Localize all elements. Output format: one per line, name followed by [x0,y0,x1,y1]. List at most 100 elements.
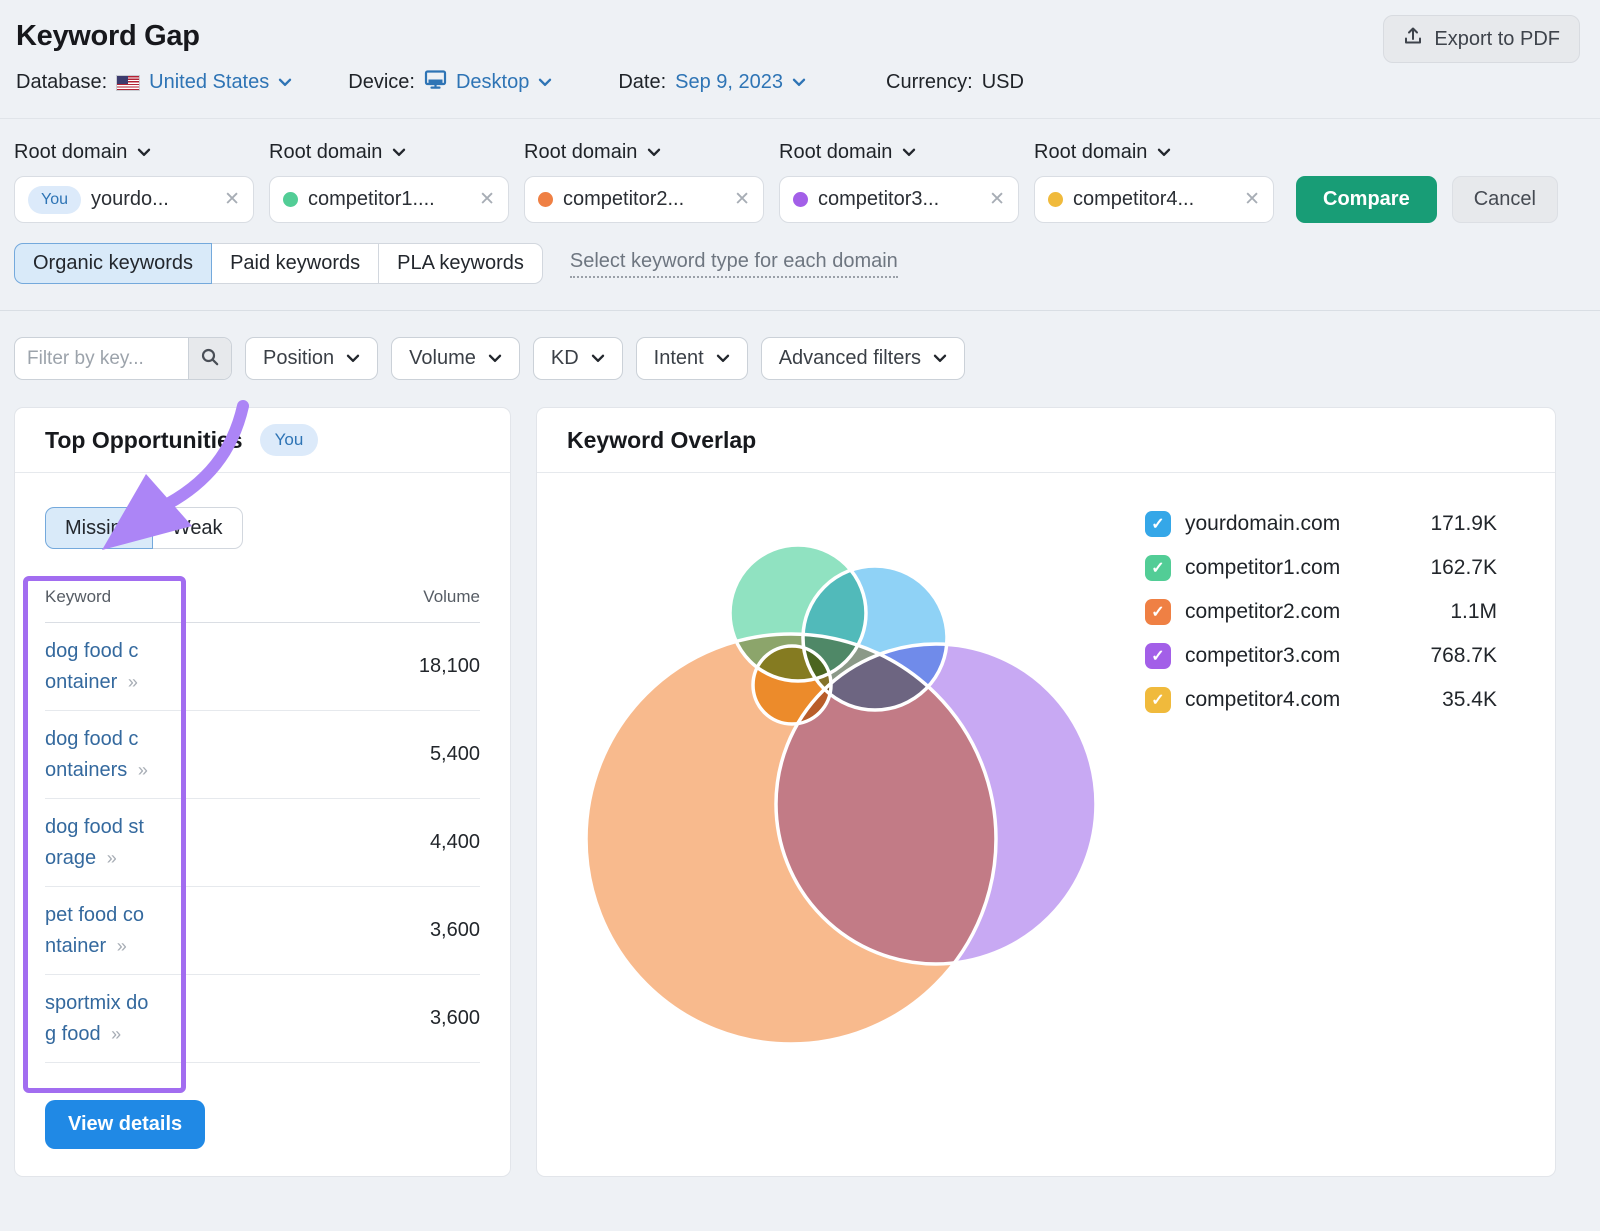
keyword-overlap-card: Keyword Overlap ✓ yourdomain.com 171.9K … [536,407,1556,1177]
domain-color-dot [283,192,298,207]
currency-value: USD [982,71,1024,94]
keyword-link[interactable]: pet food container » [45,900,149,962]
top-opportunities-title: Top Opportunities [45,427,243,454]
keyword-link[interactable]: dog food container » [45,636,149,698]
domain-checkbox[interactable]: ✓ [1145,643,1171,669]
domain-chip-label: yourdo... [91,188,169,211]
domain-chip[interactable]: competitor3... ✕ [779,176,1019,223]
root-domain-selector[interactable]: Root domain [779,141,1019,164]
remove-domain-icon[interactable]: ✕ [479,188,495,211]
filter-dropdown[interactable]: Position [245,337,378,380]
domain-checkbox[interactable]: ✓ [1145,555,1171,581]
legend-keyword-count: 1.1M [1450,600,1497,624]
page-header: Export to PDF Keyword Gap Database: Unit… [0,0,1600,119]
report-settings-row: Database: United States Device: Desktop [16,69,1580,118]
database-selector[interactable]: United States [149,71,292,94]
keyword-link[interactable]: dog food storage » [45,812,149,874]
keyword-overlap-header: Keyword Overlap [537,408,1555,473]
keyword-link[interactable]: dog food containers » [45,724,149,786]
domain-chips: You yourdo... ✕ competitor1.... ✕ compet… [14,176,1274,223]
keyword-link[interactable]: sportmix dog food » [45,988,149,1050]
domain-chip[interactable]: competitor1.... ✕ [269,176,509,223]
legend-domain-label: yourdomain.com [1185,512,1340,536]
opportunity-toggle[interactable]: Weak [152,507,243,549]
legend-domain-label: competitor3.com [1185,644,1340,668]
keyword-type-tab[interactable]: Organic keywords [14,243,212,284]
remove-domain-icon[interactable]: ✕ [1244,188,1260,211]
opportunities-table: Keyword Volume dog food container » 18,1… [45,587,480,1063]
remove-domain-icon[interactable]: ✕ [734,188,750,211]
compare-button[interactable]: Compare [1296,176,1437,223]
filter-dropdown[interactable]: Volume [391,337,520,380]
export-icon [1403,26,1423,52]
chevron-down-icon [346,354,360,363]
venn-diagram [537,473,1157,1177]
legend-row: ✓ competitor1.com 162.7K [1145,551,1497,585]
table-row: dog food storage » 4,400 [45,799,480,887]
root-domain-selector[interactable]: Root domain [14,141,254,164]
remove-domain-icon[interactable]: ✕ [224,188,240,211]
main-content: Top Opportunities You Missing Weak Keywo… [0,380,1600,1177]
keyword-type-tabs: Organic keywords Paid keywords PLA keywo… [14,243,543,284]
volume-value: 3,600 [430,1007,480,1030]
root-domain-label: Root domain [269,141,382,164]
domain-chip[interactable]: You yourdo... ✕ [14,176,254,223]
domain-checkbox[interactable]: ✓ [1145,599,1171,625]
legend-row: ✓ competitor4.com 35.4K [1145,683,1497,717]
keyword-type-tab[interactable]: PLA keywords [378,243,543,284]
export-label: Export to PDF [1434,28,1560,51]
cancel-button[interactable]: Cancel [1452,176,1558,223]
domain-chip-label: competitor3... [818,188,939,211]
date-selector[interactable]: Sep 9, 2023 [675,71,806,94]
domain-chip[interactable]: competitor4... ✕ [1034,176,1274,223]
keyword-type-tab[interactable]: Paid keywords [211,243,379,284]
root-domain-label: Root domain [524,141,637,164]
keyword-filter-box [14,337,232,380]
legend-domain-label: competitor1.com [1185,556,1340,580]
domain-color-dot [793,192,808,207]
filter-dropdown[interactable]: Intent [636,337,748,380]
legend-domain-label: competitor4.com [1185,688,1340,712]
legend-keyword-count: 162.7K [1430,556,1497,580]
domain-checkbox[interactable]: ✓ [1145,687,1171,713]
table-rows: dog food container » 18,100 dog food con… [45,623,480,1063]
select-keyword-type-link[interactable]: Select keyword type for each domain [570,250,898,278]
filter-dropdown[interactable]: Advanced filters [761,337,965,380]
currency-label: Currency: [886,71,973,94]
keyword-filter-input[interactable] [15,338,188,379]
search-icon [200,347,220,370]
domain-chip[interactable]: competitor2... ✕ [524,176,764,223]
you-pill: You [28,186,81,214]
keyword-gap-page: Export to PDF Keyword Gap Database: Unit… [0,0,1600,1231]
export-to-pdf-button[interactable]: Export to PDF [1383,15,1580,63]
open-keyword-icon: » [117,936,125,956]
volume-column-header: Volume [423,587,480,607]
page-title: Keyword Gap [16,20,1580,53]
chevron-down-icon [647,148,661,157]
filter-dropdown[interactable]: KD [533,337,623,380]
search-button[interactable] [188,338,231,379]
open-keyword-icon: » [128,672,136,692]
view-details-button[interactable]: View details [45,1100,205,1149]
domain-color-dot [1048,192,1063,207]
root-domain-selector[interactable]: Root domain [524,141,764,164]
top-opportunities-card: Top Opportunities You Missing Weak Keywo… [14,407,511,1177]
legend-row: ✓ yourdomain.com 171.9K [1145,507,1497,541]
us-flag-icon [116,75,140,91]
device-selector[interactable]: Desktop [456,71,552,94]
chevron-down-icon [137,148,151,157]
table-row: sportmix dog food » 3,600 [45,975,480,1063]
volume-value: 3,600 [430,919,480,942]
device-label: Device: [348,71,415,94]
root-domain-selector[interactable]: Root domain [1034,141,1274,164]
volume-value: 18,100 [419,655,480,678]
remove-domain-icon[interactable]: ✕ [989,188,1005,211]
opportunity-toggle[interactable]: Missing [45,507,153,549]
chevron-down-icon [392,148,406,157]
domain-checkbox[interactable]: ✓ [1145,511,1171,537]
table-header-row: Keyword Volume [45,587,480,623]
domain-color-dot [538,192,553,207]
root-domain-selector[interactable]: Root domain [269,141,509,164]
legend-keyword-count: 171.9K [1430,512,1497,536]
date-label: Date: [618,71,666,94]
